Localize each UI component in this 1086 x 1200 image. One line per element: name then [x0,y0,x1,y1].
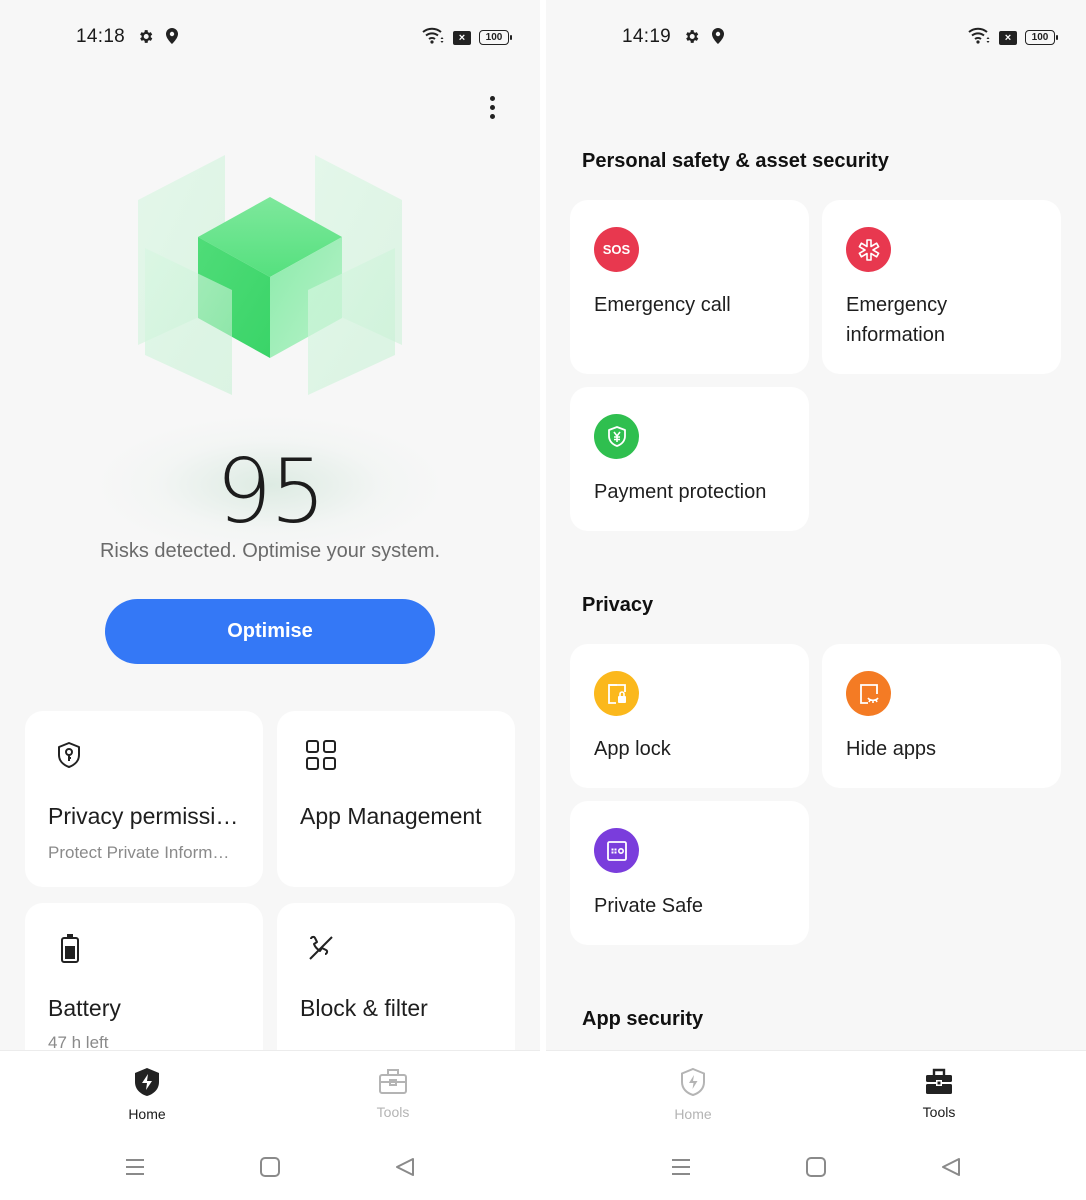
card-title: Battery [48,995,121,1021]
risk-message: Risks detected. Optimise your system. [99,540,441,562]
card-privacy-permissions[interactable]: Privacy permissi… Protect Private Inform… [25,711,263,887]
card-title: Privacy permissi… [48,803,239,829]
tab-label: Home [128,1106,166,1122]
shield-bolt-icon [679,1067,707,1102]
tool-private-safe[interactable]: Private Safe [570,801,809,945]
tool-title: Hide apps [846,738,937,760]
tool-title: Emergency information [846,294,948,346]
menu-icon[interactable] [124,1156,146,1183]
more-vertical-icon [489,95,495,101]
medical-asterisk-icon [846,227,891,272]
security-score: 95 [216,440,326,543]
battery-icon: 100 [1025,30,1058,45]
tab-home[interactable]: Home [87,1067,207,1122]
toolbox-icon [924,1067,954,1100]
home-square-icon[interactable] [805,1156,827,1183]
tool-title: Emergency call [594,294,731,316]
status-bar: 14:19 × 100 [546,22,1086,52]
shield-bolt-icon [133,1067,161,1102]
blocked-call-icon [306,933,336,968]
sim-disabled-icon: × [999,30,1017,45]
home-square-icon[interactable] [259,1156,281,1183]
status-time: 14:19 [622,26,672,47]
section-title-privacy: Privacy [582,594,654,616]
hide-apps-icon [846,671,891,716]
wifi-icon [967,26,991,49]
tab-tools[interactable]: Tools [333,1067,453,1120]
card-subtitle: Protect Private Inform… [48,843,230,862]
card-title: App Management [300,803,482,829]
tool-payment-protection[interactable]: Payment protection [570,387,809,531]
tool-hide-apps[interactable]: Hide apps [822,644,1061,788]
tool-emergency-information[interactable]: Emergency information [822,200,1061,374]
tab-label: Home [674,1106,712,1122]
card-app-management[interactable]: App Management [277,711,515,887]
status-right-icons: × 100 [967,26,1058,49]
menu-icon[interactable] [670,1156,692,1183]
section-title-app-security: App security [582,1008,704,1030]
tool-title: App lock [594,738,671,760]
home-screen: 14:18 × 100 95 Risks detected. Optimise … [0,0,540,1200]
card-title: Block & filter [300,995,428,1021]
app-lock-icon [594,671,639,716]
tab-home[interactable]: Home [633,1067,753,1122]
status-time: 14:18 [76,26,126,47]
tool-app-lock[interactable]: App lock [570,644,809,788]
grid-apps-icon [305,739,337,776]
wifi-icon [421,26,445,49]
tools-screen: 14:19 × 100 Personal safety & asset secu… [546,0,1086,1200]
bottom-navigation: Home Tools [546,1050,1086,1200]
sos-icon: SOS [594,227,639,272]
tool-title: Private Safe [594,895,703,917]
more-options-button[interactable] [478,90,506,124]
back-triangle-icon[interactable] [394,1156,416,1183]
optimise-button[interactable]: Optimise [105,599,435,664]
settings-gear-icon [137,28,154,50]
tab-label: Tools [922,1104,956,1120]
yen-shield-icon [594,414,639,459]
tab-label: Tools [376,1104,410,1120]
section-title-personal-safety: Personal safety & asset security [582,150,889,172]
back-triangle-icon[interactable] [940,1156,962,1183]
shield-key-icon [54,740,84,775]
location-pin-icon [712,28,724,49]
security-cube-illustration [120,140,420,410]
tab-tools[interactable]: Tools [879,1067,999,1120]
safe-vault-icon [594,828,639,873]
status-right-icons: × 100 [421,26,512,49]
sim-disabled-icon: × [453,30,471,45]
location-pin-icon [166,28,178,49]
battery-icon [60,933,80,968]
tool-title: Payment protection [594,481,767,503]
tool-emergency-call[interactable]: SOS Emergency call [570,200,809,374]
battery-icon: 100 [479,30,512,45]
bottom-navigation: Home Tools [0,1050,540,1200]
status-bar: 14:18 × 100 [0,22,540,52]
toolbox-icon [378,1067,408,1100]
settings-gear-icon [683,28,700,50]
